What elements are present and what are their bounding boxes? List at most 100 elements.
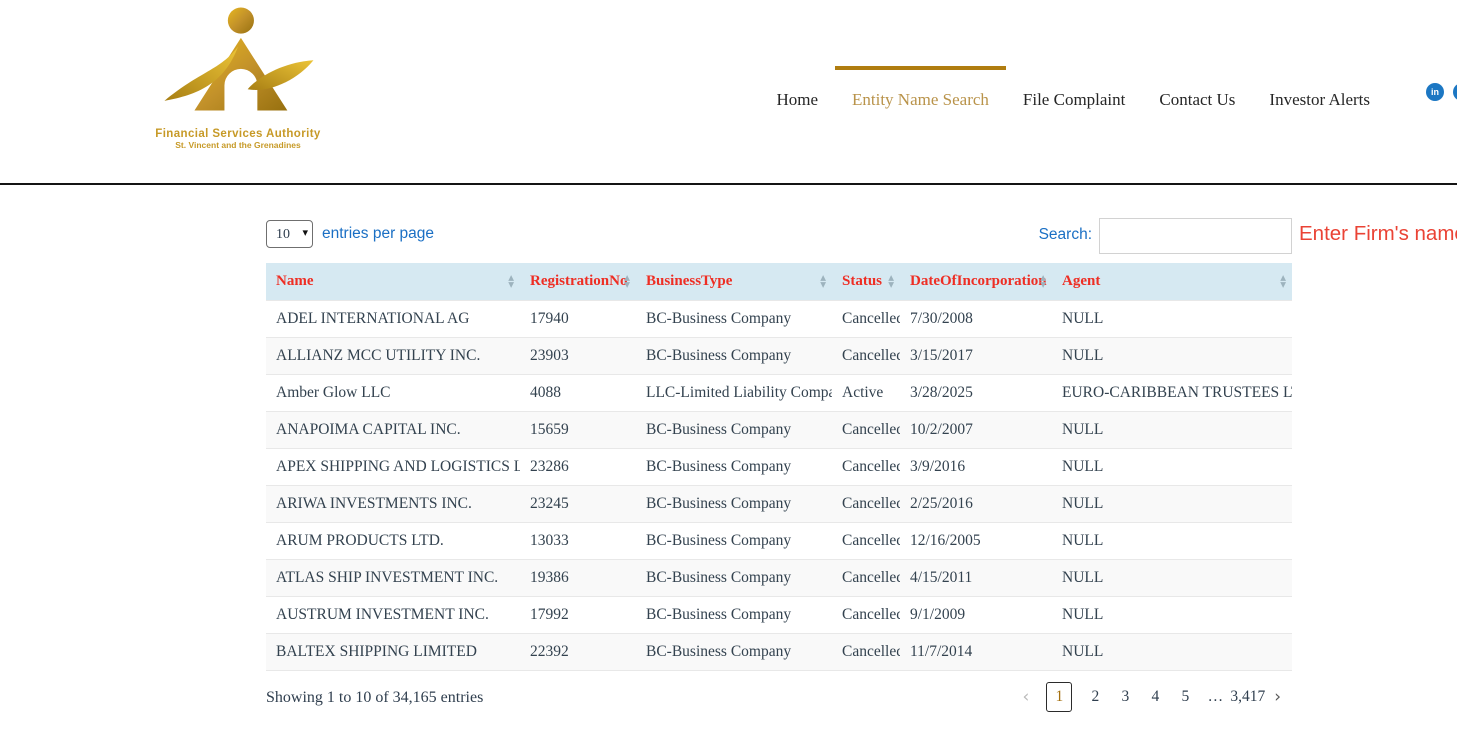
cell-agent: NULL xyxy=(1052,596,1292,633)
column-header-dateofincorporation[interactable]: DateOfIncorporation▲▼ xyxy=(900,263,1052,300)
cell-name: AUSTRUM INVESTMENT INC. xyxy=(266,596,520,633)
cell-dateofincorporation: 10/2/2007 xyxy=(900,411,1052,448)
cell-agent: EURO-CARIBBEAN TRUSTEES LTD. xyxy=(1052,374,1292,411)
cell-agent: NULL xyxy=(1052,485,1292,522)
nav-item-file-complaint[interactable]: File Complaint xyxy=(1006,66,1142,116)
table-row: ADEL INTERNATIONAL AG17940BC-Business Co… xyxy=(266,300,1292,337)
cell-dateofincorporation: 3/28/2025 xyxy=(900,374,1052,411)
facebook-icon[interactable]: f xyxy=(1453,83,1457,101)
search-input[interactable] xyxy=(1099,218,1292,254)
cell-dateofincorporation: 3/15/2017 xyxy=(900,337,1052,374)
cell-registrationno: 15659 xyxy=(520,411,636,448)
cell-dateofincorporation: 12/16/2005 xyxy=(900,522,1052,559)
pagination-ellipsis: … xyxy=(1200,682,1230,712)
cell-businesstype: BC-Business Company xyxy=(636,596,832,633)
pagination-prev-button[interactable]: ‹ xyxy=(1014,683,1039,711)
cell-status: Cancelled xyxy=(832,485,900,522)
sort-arrows-icon: ▲▼ xyxy=(820,274,826,288)
cell-businesstype: BC-Business Company xyxy=(636,337,832,374)
cell-dateofincorporation: 2/25/2016 xyxy=(900,485,1052,522)
cell-name: ANAPOIMA CAPITAL INC. xyxy=(266,411,520,448)
column-header-status[interactable]: Status ▲▼ xyxy=(832,263,900,300)
pagination-next-button[interactable]: › xyxy=(1265,683,1290,711)
sort-arrows-icon: ▲▼ xyxy=(888,274,894,288)
search-label: Search: xyxy=(1039,226,1092,244)
column-header-registrationno[interactable]: RegistrationNo▲▼ xyxy=(520,263,636,300)
cell-status: Cancelled xyxy=(832,337,900,374)
column-header-agent[interactable]: Agent ▲▼ xyxy=(1052,263,1292,300)
table-row: AUSTRUM INVESTMENT INC.17992BC-Business … xyxy=(266,596,1292,633)
cell-agent: NULL xyxy=(1052,448,1292,485)
entries-summary: Showing 1 to 10 of 34,165 entries xyxy=(266,689,483,707)
nav-item-investor-alerts[interactable]: Investor Alerts xyxy=(1252,66,1387,116)
cell-agent: NULL xyxy=(1052,522,1292,559)
cell-dateofincorporation: 4/15/2011 xyxy=(900,559,1052,596)
cell-dateofincorporation: 11/7/2014 xyxy=(900,633,1052,670)
column-label: Name xyxy=(276,273,314,289)
pagination-page-5[interactable]: 5 xyxy=(1170,682,1200,712)
social-links: in f xyxy=(1426,83,1457,101)
sort-arrows-icon: ▲▼ xyxy=(508,274,514,288)
cell-businesstype: LLC-Limited Liability Company xyxy=(636,374,832,411)
cell-registrationno: 23245 xyxy=(520,485,636,522)
cell-status: Cancelled xyxy=(832,596,900,633)
cell-dateofincorporation: 7/30/2008 xyxy=(900,300,1052,337)
pagination-page-1[interactable]: 1 xyxy=(1046,682,1072,712)
pagination-page-2[interactable]: 2 xyxy=(1080,682,1110,712)
column-label: Agent xyxy=(1062,273,1100,289)
nav-item-home[interactable]: Home xyxy=(759,66,835,116)
entities-table: Name▲▼RegistrationNo▲▼BusinessType▲▼Stat… xyxy=(266,263,1292,671)
column-label: BusinessType xyxy=(646,273,732,289)
cell-registrationno: 17992 xyxy=(520,596,636,633)
brand-logo[interactable]: Financial Services Authority St. Vincent… xyxy=(148,6,328,150)
cell-name: ARUM PRODUCTS LTD. xyxy=(266,522,520,559)
table-row: ALLIANZ MCC UTILITY INC.23903BC-Business… xyxy=(266,337,1292,374)
cell-name: APEX SHIPPING AND LOGISTICS LTD. xyxy=(266,448,520,485)
cell-dateofincorporation: 3/9/2016 xyxy=(900,448,1052,485)
cell-agent: NULL xyxy=(1052,411,1292,448)
pagination-page-3[interactable]: 3 xyxy=(1110,682,1140,712)
table-row: ATLAS SHIP INVESTMENT INC.19386BC-Busine… xyxy=(266,559,1292,596)
pagination-page-3417[interactable]: 3,417 xyxy=(1230,682,1265,712)
brand-subtitle: St. Vincent and the Grenadines xyxy=(148,140,328,150)
nav-item-entity-name-search[interactable]: Entity Name Search xyxy=(835,66,1006,116)
cell-agent: NULL xyxy=(1052,300,1292,337)
cell-registrationno: 19386 xyxy=(520,559,636,596)
sort-arrows-icon: ▲▼ xyxy=(624,274,630,288)
cell-status: Cancelled xyxy=(832,300,900,337)
sort-arrows-icon: ▲▼ xyxy=(1040,274,1046,288)
fsa-logo-icon xyxy=(158,6,318,126)
table-row: ARIWA INVESTMENTS INC.23245BC-Business C… xyxy=(266,485,1292,522)
cell-name: ADEL INTERNATIONAL AG xyxy=(266,300,520,337)
nav-item-contact-us[interactable]: Contact Us xyxy=(1142,66,1252,116)
search-placeholder-text: Enter Firm's name or Reg. No. xyxy=(1299,222,1410,246)
column-header-name[interactable]: Name ▲▼ xyxy=(266,263,520,300)
column-label: RegistrationNo xyxy=(530,273,628,289)
linkedin-icon[interactable]: in xyxy=(1426,83,1444,101)
table-row: ANAPOIMA CAPITAL INC.15659BC-Business Co… xyxy=(266,411,1292,448)
cell-name: ALLIANZ MCC UTILITY INC. xyxy=(266,337,520,374)
cell-status: Active xyxy=(832,374,900,411)
cell-businesstype: BC-Business Company xyxy=(636,633,832,670)
cell-businesstype: BC-Business Company xyxy=(636,448,832,485)
brand-name: Financial Services Authority xyxy=(148,128,328,140)
cell-name: ARIWA INVESTMENTS INC. xyxy=(266,485,520,522)
page-size-select[interactable]: 10 xyxy=(266,220,313,248)
site-header: Financial Services Authority St. Vincent… xyxy=(0,0,1457,185)
column-label: Status xyxy=(842,273,882,289)
column-header-businesstype[interactable]: BusinessType ▲▼ xyxy=(636,263,832,300)
cell-status: Cancelled xyxy=(832,448,900,485)
table-row: BALTEX SHIPPING LIMITED22392BC-Business … xyxy=(266,633,1292,670)
pagination: ‹12345…3,417› xyxy=(1014,682,1291,712)
table-row: ARUM PRODUCTS LTD.13033BC-Business Compa… xyxy=(266,522,1292,559)
pagination-page-4[interactable]: 4 xyxy=(1140,682,1170,712)
cell-status: Cancelled xyxy=(832,411,900,448)
cell-businesstype: BC-Business Company xyxy=(636,300,832,337)
cell-businesstype: BC-Business Company xyxy=(636,522,832,559)
cell-name: ATLAS SHIP INVESTMENT INC. xyxy=(266,559,520,596)
sort-arrows-icon: ▲▼ xyxy=(1280,274,1286,288)
cell-status: Cancelled xyxy=(832,522,900,559)
cell-registrationno: 23286 xyxy=(520,448,636,485)
page-size-control: 10 ▾ entries per page xyxy=(266,220,434,248)
cell-name: Amber Glow LLC xyxy=(266,374,520,411)
